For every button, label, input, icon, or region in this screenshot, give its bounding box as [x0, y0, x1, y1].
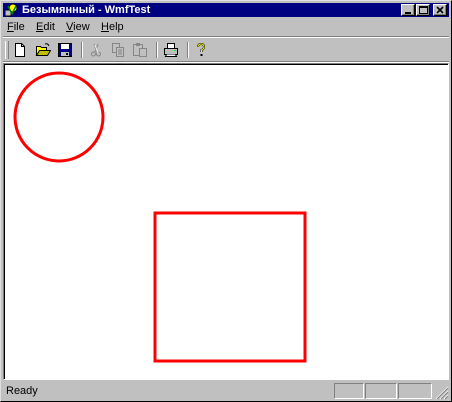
new-document-icon [15, 43, 25, 57]
menu-help-mnemonic: H [101, 21, 109, 33]
print-button[interactable] [162, 41, 180, 59]
open-button[interactable] [34, 41, 52, 59]
menu-file-label: ile [13, 21, 25, 33]
cut-scissors-icon [91, 43, 101, 57]
save-button[interactable] [56, 41, 74, 59]
red-circle-shape [13, 71, 105, 163]
maximize-button[interactable] [416, 4, 430, 16]
menu-help[interactable]: Help [101, 20, 124, 34]
copy-icon [112, 43, 124, 57]
minimize-button[interactable] [401, 4, 415, 16]
new-button[interactable] [11, 41, 29, 59]
wmftest-app-icon[interactable] [4, 3, 19, 17]
document-canvas [4, 64, 448, 379]
menu-toolbar-divider [3, 36, 449, 38]
paste-button[interactable] [131, 41, 149, 59]
toolbar-separator [81, 42, 83, 58]
menu-file[interactable]: File [7, 20, 25, 34]
status-bar: Ready [3, 382, 449, 400]
toolbar [3, 39, 449, 61]
document-view[interactable] [3, 63, 449, 380]
close-button[interactable] [433, 4, 447, 16]
menu-file-mnemonic: F [7, 21, 14, 33]
menu-edit-label: dit [43, 21, 55, 33]
resize-grip-icon[interactable] [435, 386, 449, 400]
open-folder-icon [35, 43, 51, 56]
status-pane-cap [334, 383, 364, 399]
menu-bar: File Edit View Help [3, 18, 449, 36]
menu-help-label: elp [108, 21, 124, 33]
save-disk-icon [58, 43, 72, 57]
toolbar-separator [187, 42, 189, 58]
maximize-icon [419, 6, 428, 14]
paste-clipboard-icon [133, 43, 147, 57]
menu-view[interactable]: View [66, 20, 90, 34]
copy-button[interactable] [109, 41, 127, 59]
window-title: Безымянный - WmfTest [22, 4, 151, 16]
help-button[interactable] [192, 41, 210, 59]
toolbar-separator [156, 42, 158, 58]
close-icon [436, 6, 444, 14]
print-icon [164, 43, 178, 57]
help-question-icon [197, 42, 206, 56]
minimize-icon [405, 12, 411, 14]
status-text: Ready [6, 385, 38, 397]
application-window: Безымянный - WmfTest File Edit View Help [0, 0, 452, 402]
menu-edit[interactable]: Edit [36, 20, 55, 34]
toolbar-grip[interactable] [5, 41, 9, 59]
wmf-drawing [13, 71, 307, 363]
title-bar[interactable]: Безымянный - WmfTest [3, 3, 449, 17]
status-pane-scrl [398, 383, 432, 399]
cut-button[interactable] [87, 41, 105, 59]
menu-view-label: iew [73, 21, 90, 33]
status-pane-num [365, 383, 397, 399]
red-square-shape [153, 211, 307, 363]
